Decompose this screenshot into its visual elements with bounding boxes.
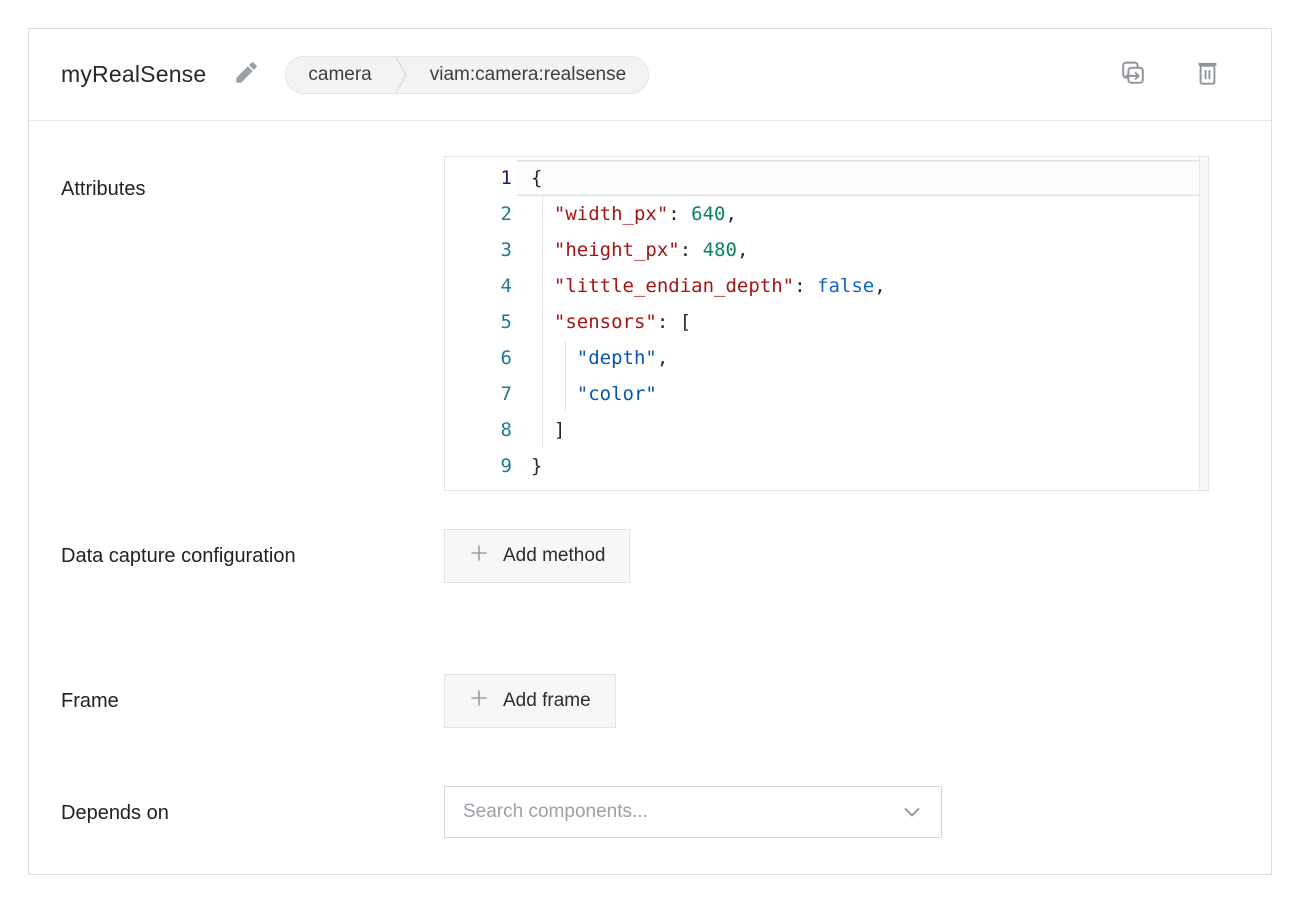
- attributes-row: Attributes 1{2 "width_px": 640,3 "height…: [61, 156, 1211, 491]
- component-card: myRealSense camera viam:camera:realsense: [28, 28, 1272, 875]
- duplicate-icon: [1118, 58, 1148, 91]
- code-line: 7 "color": [445, 376, 1208, 412]
- header-actions: [1118, 58, 1221, 91]
- code-line: 2 "width_px": 640,: [445, 196, 1208, 232]
- chevron-down-icon: [903, 806, 921, 818]
- delete-button[interactable]: [1194, 59, 1221, 91]
- attributes-json-editor[interactable]: 1{2 "width_px": 640,3 "height_px": 480,4…: [444, 156, 1209, 491]
- line-number: 7: [445, 376, 517, 412]
- frame-row: Frame Add frame: [61, 674, 1211, 728]
- frame-label: Frame: [61, 674, 321, 720]
- line-number: 5: [445, 304, 517, 340]
- indent-guide: [542, 412, 543, 448]
- line-content: "width_px": 640,: [517, 196, 1208, 232]
- code-line: 5 "sensors": [: [445, 304, 1208, 340]
- line-number: 6: [445, 340, 517, 376]
- line-number: 4: [445, 268, 517, 304]
- indent-guide: [542, 196, 543, 232]
- indent-guide: [542, 304, 543, 340]
- line-content: {: [517, 160, 1208, 196]
- breadcrumb: camera viam:camera:realsense: [285, 56, 649, 94]
- editor-scrollbar[interactable]: [1199, 157, 1208, 490]
- depends-on-select[interactable]: Search components...: [444, 786, 942, 838]
- component-body: Attributes 1{2 "width_px": 640,3 "height…: [29, 121, 1271, 876]
- line-content: ]: [517, 412, 1208, 448]
- depends-on-label: Depends on: [61, 786, 321, 832]
- add-method-button[interactable]: Add method: [444, 529, 630, 583]
- line-number: 8: [445, 412, 517, 448]
- line-number: 1: [445, 160, 517, 196]
- data-capture-row: Data capture configuration Add method: [61, 529, 1211, 613]
- indent-guide: [565, 376, 566, 412]
- data-capture-label: Data capture configuration: [61, 529, 321, 575]
- depends-on-placeholder: Search components...: [463, 801, 648, 823]
- component-name: myRealSense: [61, 61, 206, 88]
- pencil-icon: [232, 60, 259, 90]
- line-content: "color": [517, 376, 1208, 412]
- line-number: 2: [445, 196, 517, 232]
- add-method-label: Add method: [503, 545, 605, 567]
- indent-guide: [542, 376, 543, 412]
- component-header: myRealSense camera viam:camera:realsense: [29, 29, 1271, 121]
- indent-guide: [565, 340, 566, 376]
- code-line: 8 ]: [445, 412, 1208, 448]
- breadcrumb-model: viam:camera:realsense: [408, 64, 648, 86]
- code-line: 6 "depth",: [445, 340, 1208, 376]
- code-line: 3 "height_px": 480,: [445, 232, 1208, 268]
- line-number: 3: [445, 232, 517, 268]
- indent-guide: [542, 268, 543, 304]
- line-content: }: [517, 448, 1208, 484]
- depends-on-row: Depends on Search components...: [61, 786, 1211, 838]
- attributes-label: Attributes: [61, 156, 321, 208]
- duplicate-button[interactable]: [1118, 58, 1148, 91]
- line-content: "little_endian_depth": false,: [517, 268, 1208, 304]
- breadcrumb-type: camera: [286, 64, 393, 86]
- add-frame-label: Add frame: [503, 690, 591, 712]
- line-content: "sensors": [: [517, 304, 1208, 340]
- line-number: 9: [445, 448, 517, 484]
- code-line: 1{: [445, 160, 1208, 196]
- indent-guide: [542, 340, 543, 376]
- plus-icon: [469, 688, 489, 714]
- indent-guide: [542, 232, 543, 268]
- code-line: 9}: [445, 448, 1208, 484]
- breadcrumb-separator-icon: [394, 56, 408, 94]
- trash-icon: [1194, 59, 1221, 91]
- code-line: 4 "little_endian_depth": false,: [445, 268, 1208, 304]
- plus-icon: [469, 543, 489, 569]
- rename-button[interactable]: [232, 60, 259, 90]
- line-content: "depth",: [517, 340, 1208, 376]
- code-lines: 1{2 "width_px": 640,3 "height_px": 480,4…: [445, 157, 1208, 484]
- line-content: "height_px": 480,: [517, 232, 1208, 268]
- add-frame-button[interactable]: Add frame: [444, 674, 616, 728]
